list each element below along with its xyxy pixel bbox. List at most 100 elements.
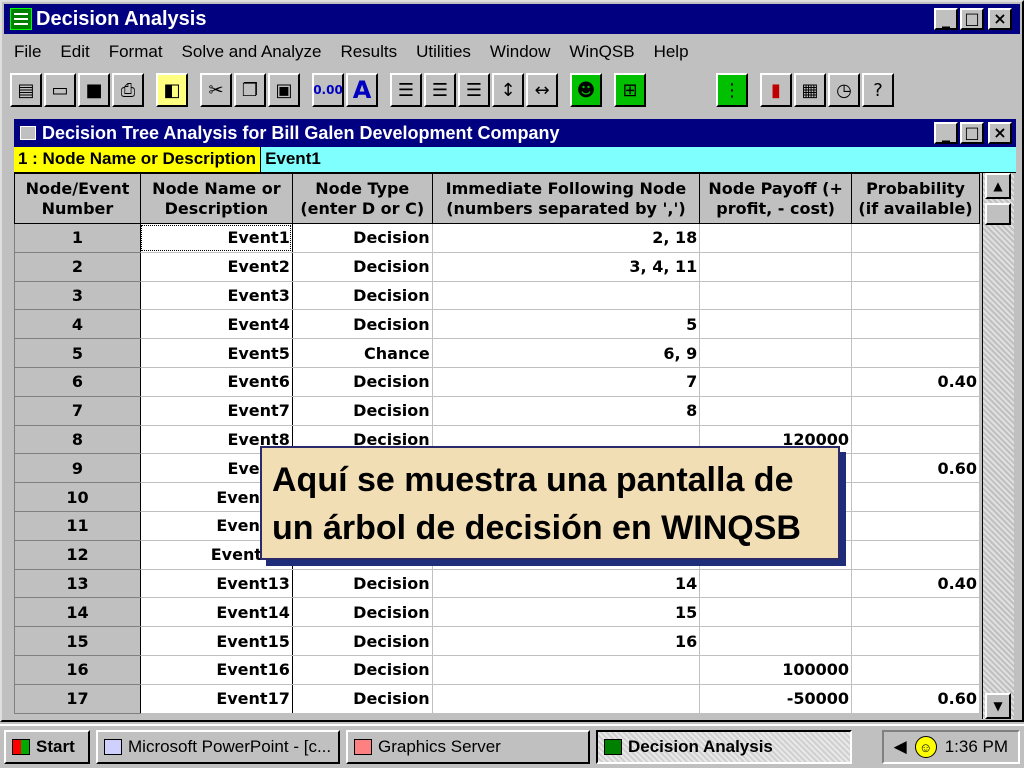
cell-node-number[interactable]: 8	[14, 424, 141, 455]
cell-probability[interactable]	[851, 482, 980, 512]
header-node-payoff[interactable]: Node Payoff (+ profit, - cost)	[699, 173, 853, 224]
cell-node-type[interactable]: Decision	[291, 251, 433, 282]
cell-node-name[interactable]: Event7	[139, 395, 293, 426]
cell-payoff[interactable]	[699, 251, 853, 282]
cell-probability[interactable]	[851, 280, 980, 311]
cell-probability[interactable]: 0.40	[851, 568, 980, 599]
maximize-button[interactable]: □	[960, 8, 984, 30]
cell-probability[interactable]: 0.60	[851, 453, 980, 484]
cell-node-name[interactable]: Event16	[139, 654, 293, 685]
smiley-icon[interactable]: ☺	[914, 736, 937, 758]
align-left-icon[interactable]: ☰	[390, 73, 422, 107]
menu-results[interactable]: Results	[340, 42, 397, 62]
cell-node-name[interactable]: Event6	[139, 366, 293, 397]
cell-node-type[interactable]: Decision	[291, 223, 433, 253]
cell-probability[interactable]: 0.40	[851, 366, 980, 397]
calculator-icon[interactable]: ▦	[794, 73, 826, 107]
tree-graph-icon[interactable]: ⊞	[614, 73, 646, 107]
cell-node-number[interactable]: 2	[14, 251, 141, 282]
cell-probability[interactable]: 0.60	[851, 683, 980, 714]
cell-node-number[interactable]: 5	[14, 338, 141, 368]
menu-help[interactable]: Help	[654, 42, 689, 62]
scroll-up-icon[interactable]: ▲	[985, 173, 1011, 199]
cell-following-node[interactable]: 14	[431, 568, 701, 599]
cell-following-node[interactable]: 16	[431, 626, 701, 656]
cell-node-number[interactable]: 10	[14, 482, 141, 512]
cell-probability[interactable]	[851, 424, 980, 455]
cell-payoff[interactable]: -50000	[699, 683, 853, 714]
cell-probability[interactable]	[851, 539, 980, 570]
child-close-button[interactable]: ×	[988, 122, 1012, 144]
cell-following-node[interactable]	[431, 683, 701, 714]
cell-node-type[interactable]: Decision	[291, 626, 433, 656]
header-node-number[interactable]: Node/Event Number	[14, 173, 141, 224]
header-node-type[interactable]: Node Type (enter D or C)	[291, 173, 433, 224]
menu-window[interactable]: Window	[490, 42, 550, 62]
cell-node-number[interactable]: 16	[14, 654, 141, 685]
cell-payoff[interactable]	[699, 366, 853, 397]
save-icon[interactable]: ■	[78, 73, 110, 107]
cell-following-node[interactable]	[431, 654, 701, 685]
cell-node-type[interactable]: Chance	[291, 338, 433, 368]
cell-payoff[interactable]	[699, 280, 853, 311]
cell-payoff[interactable]	[699, 309, 853, 340]
cell-node-number[interactable]: 15	[14, 626, 141, 656]
menu-edit[interactable]: Edit	[60, 42, 89, 62]
row-height-icon[interactable]: ↕	[492, 73, 524, 107]
cell-node-number[interactable]: 6	[14, 366, 141, 397]
column-width-icon[interactable]: ↔	[526, 73, 558, 107]
cell-probability[interactable]	[851, 395, 980, 426]
cell-node-type[interactable]: Decision	[291, 280, 433, 311]
cell-node-name[interactable]: Event15	[139, 626, 293, 656]
menu-solve-and-analyze[interactable]: Solve and Analyze	[182, 42, 322, 62]
cell-payoff[interactable]: 100000	[699, 654, 853, 685]
help-icon[interactable]: ?	[862, 73, 894, 107]
close-button[interactable]: ×	[988, 8, 1012, 30]
cell-following-node[interactable]: 15	[431, 597, 701, 628]
cell-node-number[interactable]: 12	[14, 539, 141, 570]
cell-probability[interactable]	[851, 338, 980, 368]
app-titlebar[interactable]: Decision Analysis _ □ ×	[4, 4, 1020, 34]
cell-payoff[interactable]	[699, 597, 853, 628]
cell-payoff[interactable]	[699, 395, 853, 426]
copy-icon[interactable]: ❐	[234, 73, 266, 107]
menu-file[interactable]: File	[14, 42, 41, 62]
cell-node-type[interactable]: Decision	[291, 654, 433, 685]
cell-node-number[interactable]: 1	[14, 223, 141, 253]
cell-node-type[interactable]: Decision	[291, 568, 433, 599]
cell-node-name[interactable]: Event4	[139, 309, 293, 340]
cell-node-number[interactable]: 14	[14, 597, 141, 628]
cell-node-type[interactable]: Decision	[291, 683, 433, 714]
cell-probability[interactable]	[851, 597, 980, 628]
scroll-thumb[interactable]	[985, 203, 1011, 225]
cell-probability[interactable]	[851, 654, 980, 685]
cell-probability[interactable]	[851, 251, 980, 282]
cell-payoff[interactable]	[699, 568, 853, 599]
cell-following-node[interactable]: 7	[431, 366, 701, 397]
cell-following-node[interactable]: 5	[431, 309, 701, 340]
bar-chart-icon[interactable]: ▮	[760, 73, 792, 107]
font-icon[interactable]: A	[346, 73, 378, 107]
minimize-button[interactable]: _	[934, 8, 958, 30]
start-button[interactable]: Start	[4, 730, 90, 764]
cell-node-type[interactable]: Decision	[291, 309, 433, 340]
clock-icon[interactable]: ◷	[828, 73, 860, 107]
cell-probability[interactable]	[851, 626, 980, 656]
cell-payoff[interactable]	[699, 626, 853, 656]
cell-following-node[interactable]: 6, 9	[431, 338, 701, 368]
header-probability[interactable]: Probability (if available)	[851, 173, 980, 224]
cell-node-name[interactable]: Event14	[139, 597, 293, 628]
cell-probability[interactable]	[851, 223, 980, 253]
child-titlebar[interactable]: Decision Tree Analysis for Bill Galen De…	[14, 119, 1016, 147]
exit-door-icon[interactable]: ◧	[156, 73, 188, 107]
cell-node-number[interactable]: 3	[14, 280, 141, 311]
cell-node-name[interactable]: Event2	[139, 251, 293, 282]
app-icon[interactable]	[10, 8, 32, 30]
child-window-icon[interactable]	[20, 126, 36, 140]
cell-following-node[interactable]	[431, 280, 701, 311]
cell-following-node[interactable]: 8	[431, 395, 701, 426]
cell-node-number[interactable]: 9	[14, 453, 141, 484]
cell-node-name[interactable]: Event3	[139, 280, 293, 311]
speaker-icon[interactable]: ◀	[894, 737, 907, 757]
print-icon[interactable]: ⎙	[112, 73, 144, 107]
